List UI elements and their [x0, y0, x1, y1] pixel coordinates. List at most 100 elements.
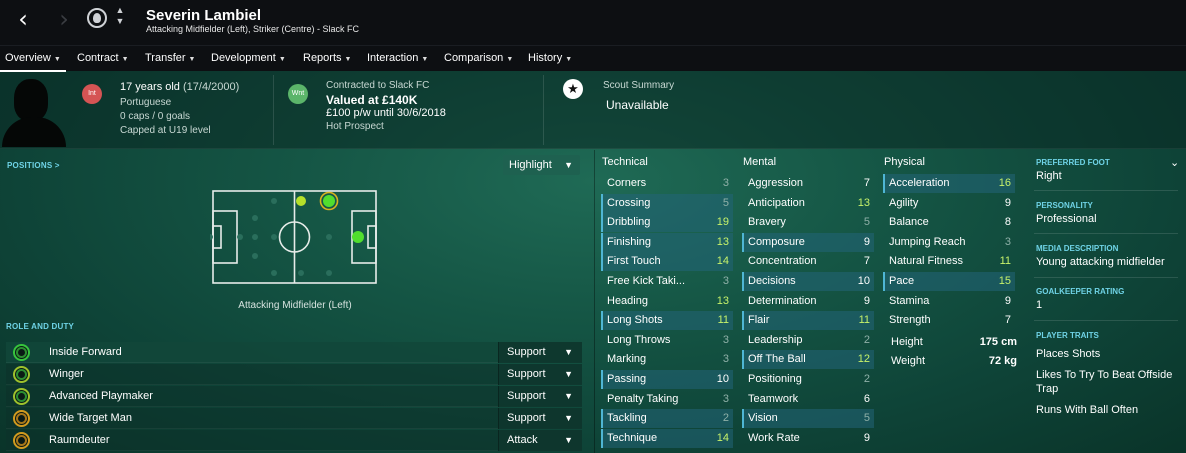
- attribute-row[interactable]: Marking 3: [601, 350, 733, 369]
- attribute-row[interactable]: Vision 5: [742, 409, 874, 429]
- attribute-row[interactable]: Off The Ball 12: [742, 350, 874, 370]
- duty-dropdown[interactable]: Support ▼: [498, 364, 582, 385]
- attribute-name: First Touch: [607, 255, 661, 268]
- attribute-value: 5: [722, 196, 729, 209]
- trait-item[interactable]: Likes To Try To Beat Offside Trap: [1036, 368, 1176, 396]
- menu-history[interactable]: History ▼: [528, 52, 572, 64]
- attribute-row[interactable]: Stamina 9: [883, 292, 1015, 311]
- attribute-name: Flair: [748, 314, 770, 327]
- wanted-badge[interactable]: Wnt: [288, 84, 308, 104]
- trait-item[interactable]: Runs With Ball Often: [1036, 404, 1176, 416]
- duty-dropdown[interactable]: Support ▼: [498, 342, 582, 363]
- chevron-down-icon: ▼: [53, 56, 61, 63]
- role-row[interactable]: Raumdeuter Attack ▼: [6, 430, 582, 451]
- attribute-row[interactable]: Jumping Reach 3: [883, 233, 1015, 252]
- menu-contract[interactable]: Contract ▼: [77, 52, 129, 64]
- highlight-dropdown[interactable]: Highlight ▼: [503, 155, 580, 175]
- duty-dropdown[interactable]: Support ▼: [498, 408, 582, 429]
- attribute-row[interactable]: Teamwork 6: [742, 390, 874, 409]
- attribute-row[interactable]: Dribbling 19: [601, 213, 733, 233]
- attribute-row[interactable]: Passing 10: [601, 370, 733, 389]
- international-badge[interactable]: Int: [82, 84, 102, 104]
- attribute-row[interactable]: Heading 13: [601, 292, 733, 311]
- attribute-row[interactable]: Composure 9: [742, 232, 874, 252]
- position-dot-natural: [352, 231, 364, 243]
- role-row[interactable]: Advanced Playmaker Support ▼: [6, 386, 582, 407]
- club-crest-icon[interactable]: [87, 8, 107, 28]
- attribute-value: 13: [716, 294, 729, 307]
- attribute-name: Composure: [748, 235, 805, 248]
- attribute-row[interactable]: Strength 7: [883, 311, 1015, 330]
- chevron-down-icon: ▼: [564, 369, 573, 379]
- menu-development[interactable]: Development ▼: [211, 52, 286, 64]
- attribute-value: 3: [1004, 235, 1011, 248]
- attribute-row[interactable]: Positioning 2: [742, 370, 874, 389]
- attribute-row[interactable]: Pace 15: [883, 272, 1015, 291]
- attribute-row[interactable]: Acceleration 16: [883, 174, 1015, 193]
- attribute-row[interactable]: Anticipation 13: [742, 194, 874, 213]
- player-header: Int 17 years old (17/4/2000) Portuguese …: [0, 71, 1186, 149]
- attribute-value: 5: [863, 216, 870, 229]
- attribute-name: Free Kick Taki...: [607, 275, 686, 287]
- attribute-row[interactable]: Decisions 10: [742, 272, 874, 291]
- attribute-row[interactable]: Concentration 7: [742, 252, 874, 271]
- role-row[interactable]: Winger Support ▼: [6, 364, 582, 385]
- attribute-row[interactable]: Free Kick Taki... 3: [601, 272, 733, 291]
- attribute-row[interactable]: Crossing 5: [601, 193, 733, 213]
- chevron-down-icon: ▼: [564, 347, 573, 357]
- attribute-row[interactable]: Work Rate 9: [742, 429, 874, 448]
- goalkeeper-rating-value: 1: [1036, 299, 1043, 311]
- menu-comparison[interactable]: Comparison ▼: [444, 52, 513, 64]
- attribute-row[interactable]: Tackling 2: [601, 409, 733, 429]
- attribute-name: Agility: [889, 196, 919, 209]
- attribute-row[interactable]: Penalty Taking 3: [601, 390, 733, 409]
- back-arrow-icon[interactable]: ‹: [12, 6, 34, 32]
- attribute-row[interactable]: First Touch 14: [601, 252, 733, 272]
- attribute-row[interactable]: Long Throws 3: [601, 331, 733, 350]
- position-dot-natural: [323, 195, 335, 207]
- menu-reports[interactable]: Reports ▼: [303, 52, 351, 64]
- attribute-name: Long Throws: [607, 333, 671, 346]
- player-avatar: [0, 71, 70, 147]
- scout-summary-label: Scout Summary: [603, 80, 675, 91]
- positions-link[interactable]: POSITIONS >: [7, 161, 60, 170]
- menu-transfer[interactable]: Transfer ▼: [145, 52, 195, 64]
- role-row[interactable]: Wide Target Man Support ▼: [6, 408, 582, 429]
- menu-interaction[interactable]: Interaction ▼: [367, 52, 428, 64]
- attribute-row[interactable]: Corners 3: [601, 174, 733, 193]
- attribute-value: 14: [716, 431, 729, 444]
- pitch-diagram: [207, 188, 382, 288]
- attribute-value: 11: [858, 314, 870, 327]
- duty-dropdown[interactable]: Attack ▼: [498, 430, 582, 451]
- attribute-row[interactable]: Aggression 7: [742, 174, 874, 193]
- attribute-row[interactable]: Technique 14: [601, 428, 733, 448]
- attribute-row[interactable]: Long Shots 11: [601, 311, 733, 331]
- attribute-value: 7: [863, 255, 870, 268]
- attribute-value: 9: [1004, 196, 1011, 209]
- attribute-row[interactable]: Agility 9: [883, 194, 1015, 213]
- star-icon[interactable]: ★: [563, 79, 583, 99]
- player-switch-icon[interactable]: ▲ ▼: [114, 5, 126, 29]
- duty-dropdown[interactable]: Support ▼: [498, 386, 582, 407]
- attribute-row[interactable]: Finishing 13: [601, 232, 733, 252]
- attribute-row[interactable]: Bravery 5: [742, 213, 874, 232]
- attribute-name: Technique: [607, 431, 658, 444]
- attribute-value: 5: [863, 412, 870, 425]
- menu-bar: Overview ▼ Contract ▼ Transfer ▼ Developmen…: [0, 45, 1186, 72]
- attribute-row[interactable]: Determination 9: [742, 292, 874, 311]
- forward-arrow-icon[interactable]: ›: [53, 6, 75, 32]
- attribute-name: Tackling: [607, 412, 647, 425]
- attribute-row[interactable]: Natural Fitness 11: [883, 252, 1015, 271]
- role-row[interactable]: Inside Forward Support ▼: [6, 342, 582, 363]
- trait-item[interactable]: Places Shots: [1036, 348, 1176, 360]
- attribute-row[interactable]: Flair 11: [742, 311, 874, 331]
- chevron-down-icon[interactable]: ⌄: [1170, 156, 1179, 169]
- attribute-name: Passing: [607, 373, 647, 385]
- menu-overview[interactable]: Overview ▼: [0, 52, 66, 72]
- attribute-name: Positioning: [748, 373, 802, 385]
- attribute-name: Acceleration: [889, 177, 950, 189]
- preferred-foot-value: Right: [1036, 170, 1062, 182]
- attribute-name: Long Shots: [607, 314, 663, 327]
- attribute-row[interactable]: Balance 8: [883, 213, 1015, 232]
- attribute-row[interactable]: Leadership 2: [742, 331, 874, 350]
